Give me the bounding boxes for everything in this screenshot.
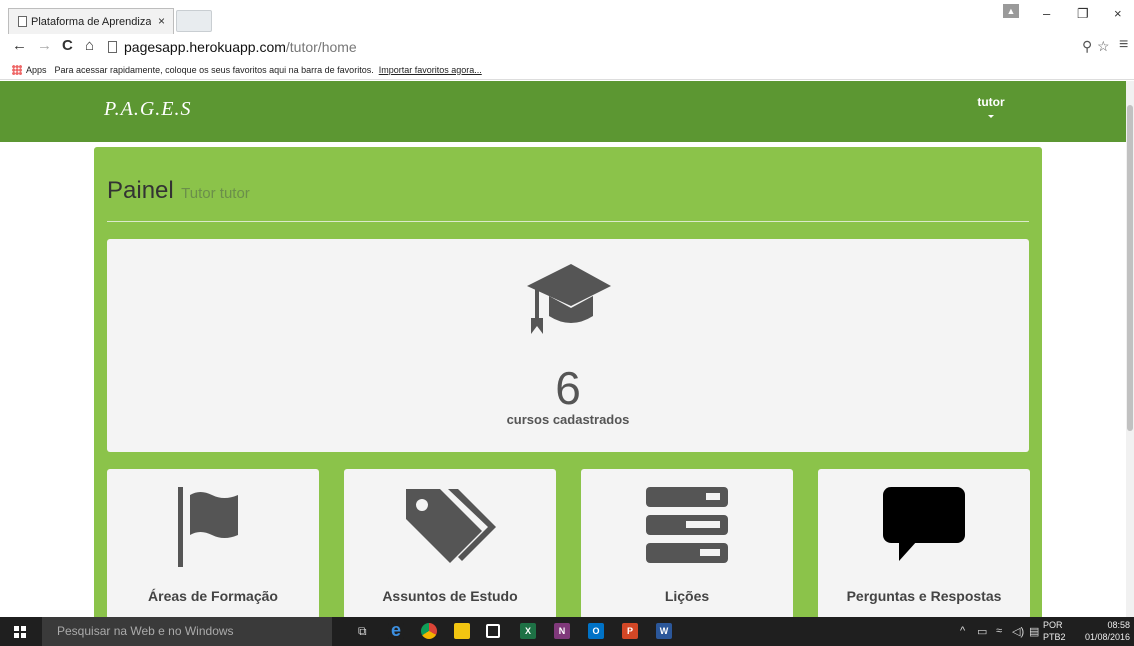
caret-down-icon bbox=[988, 115, 994, 118]
wifi-icon[interactable]: ≈ bbox=[996, 625, 1002, 637]
browser-tabstrip: Plataforma de Aprendizag × ▲ – ❐ × bbox=[0, 0, 1134, 34]
new-tab-button[interactable] bbox=[176, 10, 212, 32]
star-icon[interactable]: ☆ bbox=[1097, 38, 1110, 55]
user-menu[interactable]: tutor bbox=[972, 95, 1010, 118]
card-label: Perguntas e Respostas bbox=[846, 588, 1002, 604]
scrollbar-thumb[interactable] bbox=[1127, 105, 1133, 431]
page-subtitle: Tutor tutor bbox=[181, 185, 250, 202]
minimize-icon[interactable]: – bbox=[1043, 6, 1050, 21]
outlook-icon[interactable]: O bbox=[588, 623, 604, 639]
taskbar-clock[interactable]: 08:58 01/08/2016 bbox=[1068, 619, 1130, 643]
volume-icon[interactable]: ◁) bbox=[1012, 625, 1024, 638]
courses-count: 6 bbox=[555, 362, 581, 414]
browser-tab[interactable]: Plataforma de Aprendizag × bbox=[8, 8, 174, 34]
card-label: Assuntos de Estudo bbox=[382, 588, 518, 604]
card-licoes[interactable]: Lições bbox=[581, 469, 793, 617]
tab-title: Plataforma de Aprendizag bbox=[31, 15, 151, 28]
home-icon[interactable]: ⌂ bbox=[85, 37, 94, 54]
card-assuntos-de-estudo[interactable]: Assuntos de Estudo bbox=[344, 469, 556, 617]
url-path: /tutor/home bbox=[285, 39, 357, 55]
windows-start-icon[interactable] bbox=[14, 626, 26, 638]
page-viewport: P.A.G.E.S tutor Painel Tutor tutor 6 cur… bbox=[0, 81, 1134, 617]
lang-code: POR bbox=[1043, 620, 1063, 630]
page-scrollbar[interactable] bbox=[1126, 81, 1134, 617]
divider bbox=[107, 221, 1029, 222]
server-icon bbox=[646, 487, 728, 563]
bookmarks-hint: Para acessar rapidamente, coloque os seu… bbox=[54, 64, 374, 75]
excel-icon[interactable]: X bbox=[520, 623, 536, 639]
page-title: Painel bbox=[107, 177, 174, 204]
address-bar[interactable]: pagesapp.herokuapp.com /tutor/home bbox=[108, 36, 1028, 58]
tags-icon bbox=[406, 489, 496, 563]
card-areas-de-formacao[interactable]: Áreas de Formação bbox=[107, 469, 319, 617]
card-label: Áreas de Formação bbox=[148, 588, 278, 604]
task-view-icon[interactable]: ⧉ bbox=[358, 624, 367, 639]
profile-icon[interactable]: ▲ bbox=[1003, 4, 1019, 18]
apps-grid-icon[interactable] bbox=[12, 64, 22, 75]
battery-icon[interactable]: ▭ bbox=[977, 625, 987, 638]
flag-icon bbox=[178, 487, 238, 567]
browser-toolbar: ← → C ⌂ pagesapp.herokuapp.com /tutor/ho… bbox=[0, 34, 1134, 60]
clock-date: 01/08/2016 bbox=[1084, 632, 1130, 642]
file-explorer-icon[interactable] bbox=[454, 623, 470, 639]
site-navbar: P.A.G.E.S tutor bbox=[0, 81, 1126, 142]
import-bookmarks-link[interactable]: Importar favoritos agora... bbox=[379, 65, 482, 75]
window-close-icon[interactable]: × bbox=[1114, 6, 1122, 21]
word-icon[interactable]: W bbox=[656, 623, 672, 639]
onenote-icon[interactable]: N bbox=[554, 623, 570, 639]
input-language[interactable]: POR PTB2 bbox=[1043, 619, 1066, 643]
panel-header: Painel Tutor tutor bbox=[107, 177, 250, 205]
tray-chevron-icon[interactable]: ^ bbox=[960, 625, 965, 637]
courses-label: cursos cadastrados bbox=[506, 412, 630, 427]
edge-browser-icon[interactable]: e bbox=[388, 621, 404, 639]
chrome-icon[interactable] bbox=[421, 623, 437, 639]
powerpoint-icon[interactable]: P bbox=[622, 623, 638, 639]
card-perguntas-e-respostas[interactable]: Perguntas e Respostas bbox=[818, 469, 1030, 617]
back-icon[interactable]: ← bbox=[12, 37, 27, 54]
brand-logo[interactable]: P.A.G.E.S bbox=[104, 98, 192, 121]
courses-stat-card[interactable]: 6 cursos cadastrados bbox=[107, 239, 1029, 452]
windows-taskbar: Pesquisar na Web e no Windows ⧉ e X N O … bbox=[0, 617, 1134, 646]
key-icon[interactable]: ⚲ bbox=[1082, 38, 1092, 55]
bookmarks-bar: Apps Para acessar rapidamente, coloque o… bbox=[0, 60, 1134, 80]
url-host: pagesapp.herokuapp.com bbox=[124, 39, 286, 55]
keyboard-layout: PTB2 bbox=[1043, 632, 1066, 642]
restore-icon[interactable]: ❐ bbox=[1077, 6, 1089, 22]
apps-link[interactable]: Apps bbox=[26, 65, 47, 75]
store-icon[interactable] bbox=[486, 624, 500, 638]
clock-time: 08:58 bbox=[1107, 620, 1130, 630]
menu-icon[interactable]: ≡ bbox=[1119, 36, 1128, 54]
user-name: tutor bbox=[977, 95, 1005, 109]
reload-icon[interactable]: C bbox=[62, 37, 73, 54]
graduation-cap-icon bbox=[527, 264, 611, 334]
notifications-icon[interactable]: ▤ bbox=[1029, 625, 1039, 638]
dashboard-panel: Painel Tutor tutor 6 cursos cadastrados bbox=[94, 147, 1042, 617]
card-label: Lições bbox=[664, 588, 710, 604]
comment-icon bbox=[883, 487, 965, 561]
forward-icon[interactable]: → bbox=[37, 37, 52, 54]
taskbar-search-input[interactable]: Pesquisar na Web e no Windows bbox=[42, 617, 332, 646]
page-icon bbox=[108, 41, 117, 53]
page-icon bbox=[18, 16, 27, 27]
tab-close-icon[interactable]: × bbox=[158, 14, 165, 28]
